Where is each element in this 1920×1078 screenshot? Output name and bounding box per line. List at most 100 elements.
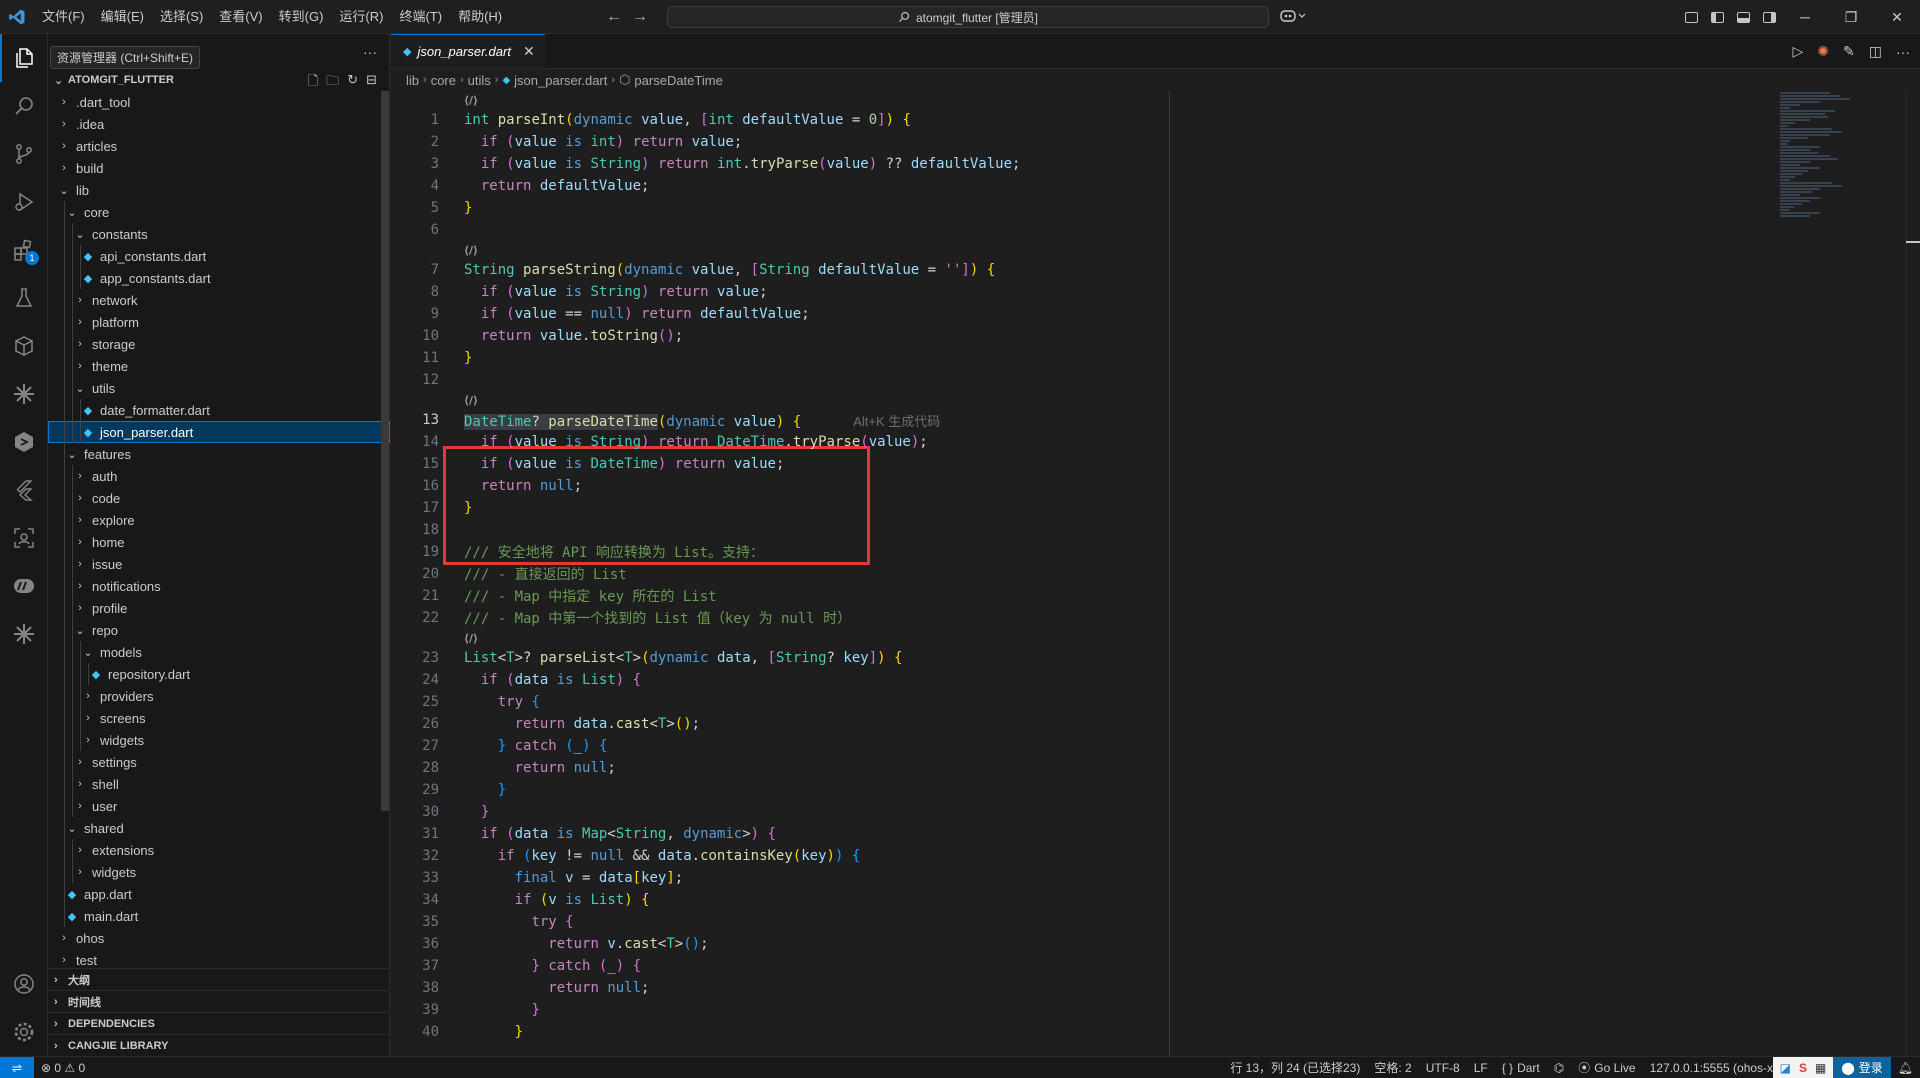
tree-file[interactable]: ◆ app.dart: [48, 883, 390, 905]
end-of-line[interactable]: LF: [1467, 1061, 1495, 1075]
menu-item[interactable]: 运行(R): [331, 0, 391, 34]
edit-pencil-icon[interactable]: ✎: [1843, 43, 1855, 60]
close-window-button[interactable]: ✕: [1874, 0, 1920, 34]
tree-folder[interactable]: › extensions: [48, 839, 390, 861]
tree-folder[interactable]: › widgets: [48, 861, 390, 883]
account-icon[interactable]: [0, 960, 48, 1008]
tray-app-icon[interactable]: ◪: [1780, 1061, 1791, 1075]
tree-folder[interactable]: › settings: [48, 751, 390, 773]
tree-folder[interactable]: › .idea: [48, 113, 390, 135]
tree-folder[interactable]: › profile: [48, 597, 390, 619]
tree-file[interactable]: ◆ api_constants.dart: [48, 245, 390, 267]
customize-layout-icon[interactable]: [1678, 0, 1704, 34]
tree-folder[interactable]: › storage: [48, 333, 390, 355]
scan-icon[interactable]: [0, 514, 48, 562]
tree-folder[interactable]: ⌄ features: [48, 443, 390, 465]
tree-folder[interactable]: ⌄ repo: [48, 619, 390, 641]
settings-gear-icon[interactable]: [0, 1008, 48, 1056]
explorer-icon[interactable]: [0, 34, 48, 82]
tree-folder[interactable]: ⌄ utils: [48, 377, 390, 399]
tray-s-icon[interactable]: S: [1799, 1061, 1807, 1075]
copilot-status-icon[interactable]: ⌬: [1547, 1061, 1571, 1075]
codelens-icon[interactable]: ⟨/⟩: [464, 391, 478, 409]
breadcrumb-item[interactable]: lib: [406, 73, 419, 88]
tree-folder[interactable]: › auth: [48, 465, 390, 487]
back-arrow-icon[interactable]: ←: [606, 8, 622, 26]
breadcrumb-item[interactable]: json_parser.dart: [514, 73, 607, 88]
tree-folder[interactable]: › network: [48, 289, 390, 311]
tree-folder[interactable]: › ohos: [48, 927, 390, 949]
device-server[interactable]: 127.0.0.1:5555 (ohos-x64): [1643, 1061, 1773, 1075]
tree-file[interactable]: ◆ main.dart: [48, 905, 390, 927]
extensions-icon[interactable]: 1: [0, 226, 48, 274]
encoding[interactable]: UTF-8: [1419, 1061, 1467, 1075]
breadcrumb-item[interactable]: parseDateTime: [634, 73, 722, 88]
tree-folder[interactable]: › explore: [48, 509, 390, 531]
sidebar-section[interactable]: › 时间线: [48, 990, 390, 1012]
go-live[interactable]: ⦿ Go Live: [1571, 1059, 1642, 1076]
flutter-icon[interactable]: [0, 466, 48, 514]
sidebar-section[interactable]: › DEPENDENCIES: [48, 1012, 390, 1034]
breadcrumb-item[interactable]: core: [431, 73, 456, 88]
vscode-logo-icon[interactable]: [0, 0, 34, 34]
close-tab-icon[interactable]: ✕: [523, 43, 535, 60]
sparkle-icon[interactable]: [0, 370, 48, 418]
hexagon-extension-icon[interactable]: [0, 418, 48, 466]
tree-file[interactable]: ◆ app_constants.dart: [48, 267, 390, 289]
testing-icon[interactable]: [0, 274, 48, 322]
tree-folder[interactable]: › notifications: [48, 575, 390, 597]
code-editor[interactable]: ⟨/⟩ 1 int parseInt(dynamic value, [int def…: [391, 91, 1771, 1056]
run-icon[interactable]: ▷: [1793, 43, 1804, 60]
minimap[interactable]: [1780, 91, 1880, 251]
split-editor-icon[interactable]: ◫: [1869, 43, 1882, 60]
login-button[interactable]: ⬤ 登录: [1833, 1056, 1891, 1078]
sidebar-section[interactable]: › CANGJIE LIBRARY: [48, 1034, 390, 1056]
toggle-primary-sidebar-icon[interactable]: [1704, 0, 1730, 34]
toggle-panel-icon[interactable]: [1730, 0, 1756, 34]
tree-folder[interactable]: › build: [48, 157, 390, 179]
source-control-icon[interactable]: [0, 130, 48, 178]
search-icon[interactable]: [0, 82, 48, 130]
minimize-button[interactable]: ─: [1782, 0, 1828, 34]
tree-folder[interactable]: › providers: [48, 685, 390, 707]
tab-json-parser[interactable]: ◆ json_parser.dart ✕: [391, 34, 545, 68]
sidebar-section[interactable]: › 大纲: [48, 968, 390, 990]
tree-folder[interactable]: › platform: [48, 311, 390, 333]
debug-icon[interactable]: ✺: [1817, 43, 1829, 60]
tree-file[interactable]: ◆ repository.dart: [48, 663, 390, 685]
tree-file[interactable]: ◆ json_parser.dart: [48, 421, 390, 443]
tree-folder[interactable]: › code: [48, 487, 390, 509]
tree-folder[interactable]: ⌄ lib: [48, 179, 390, 201]
package-icon[interactable]: [0, 322, 48, 370]
tree-folder[interactable]: › theme: [48, 355, 390, 377]
editor-scrollbar[interactable]: [1906, 91, 1920, 1056]
remote-indicator-icon[interactable]: ⇌: [0, 1056, 34, 1078]
sidebar-scrollbar[interactable]: [381, 91, 389, 811]
restore-button[interactable]: ❐: [1828, 0, 1874, 34]
tree-folder[interactable]: › shell: [48, 773, 390, 795]
codelens-icon[interactable]: ⟨/⟩: [464, 629, 478, 647]
tree-folder[interactable]: › .dart_tool: [48, 91, 390, 113]
menu-item[interactable]: 转到(G): [271, 0, 332, 34]
menu-item[interactable]: 帮助(H): [450, 0, 510, 34]
tree-folder[interactable]: ⌄ models: [48, 641, 390, 663]
copilot-icon[interactable]: [1280, 9, 1306, 26]
menu-item[interactable]: 文件(F): [34, 0, 93, 34]
indentation[interactable]: 空格: 2: [1367, 1059, 1418, 1076]
language-mode[interactable]: { } Dart: [1495, 1061, 1547, 1075]
more-editor-actions-icon[interactable]: ···: [1896, 44, 1910, 60]
problems-status[interactable]: ⊗ 0 ⚠ 0: [34, 1061, 92, 1075]
tree-file[interactable]: ◆ date_formatter.dart: [48, 399, 390, 421]
menu-item[interactable]: 编辑(E): [93, 0, 152, 34]
tree-folder[interactable]: › home: [48, 531, 390, 553]
toggle-secondary-sidebar-icon[interactable]: [1756, 0, 1782, 34]
tree-folder[interactable]: ⌄ shared: [48, 817, 390, 839]
tray-grid-icon[interactable]: ▦: [1815, 1061, 1826, 1075]
tree-folder[interactable]: › articles: [48, 135, 390, 157]
command-center[interactable]: atomgit_flutter [管理员]: [667, 6, 1269, 28]
breadcrumb-item[interactable]: utils: [468, 73, 491, 88]
codegeex-icon[interactable]: [0, 562, 48, 610]
notifications-bell-icon[interactable]: 🔔︎: [1891, 1061, 1920, 1075]
tree-folder[interactable]: › screens: [48, 707, 390, 729]
menu-item[interactable]: 终端(T): [391, 0, 450, 34]
